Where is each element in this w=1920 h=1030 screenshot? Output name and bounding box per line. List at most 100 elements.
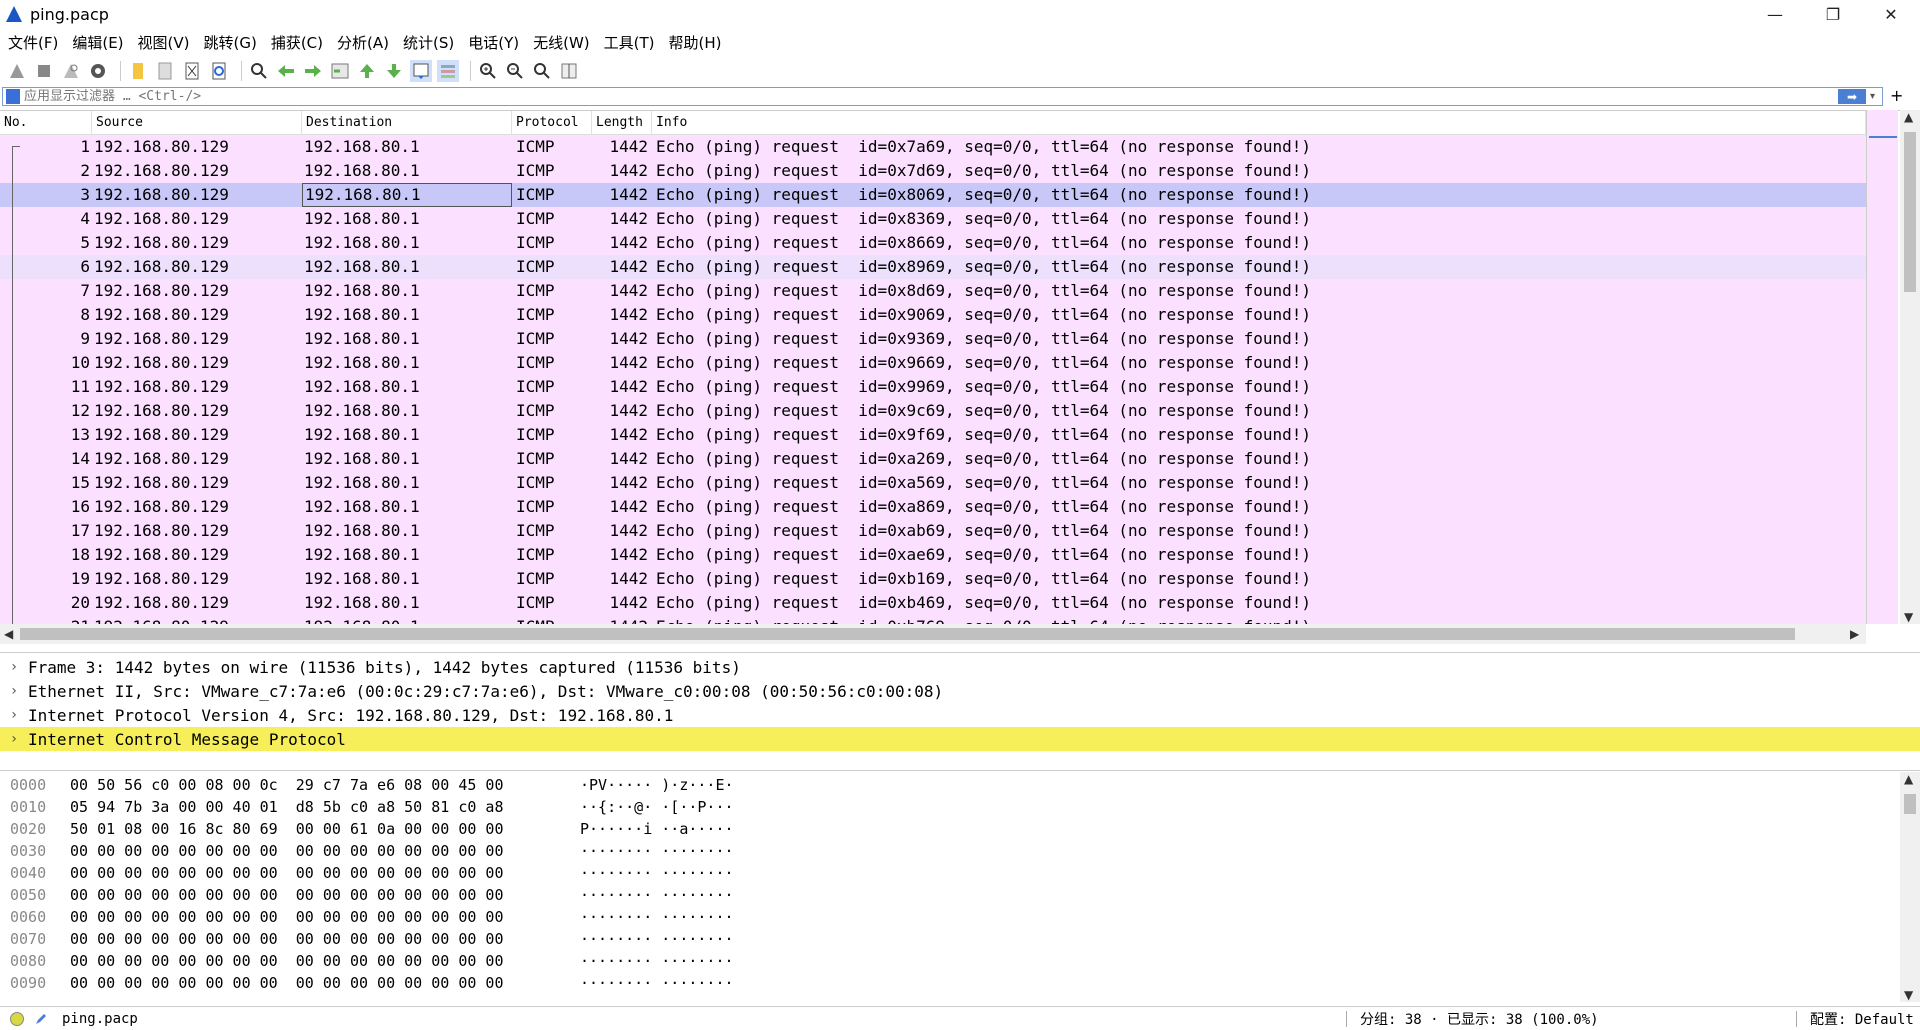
packet-row[interactable]: 17 192.168.80.129 192.168.80.1 ICMP 1442 Echo… bbox=[0, 519, 1866, 543]
go-first-icon[interactable] bbox=[356, 60, 378, 82]
stop-icon[interactable] bbox=[33, 60, 55, 82]
minimize-button[interactable]: — bbox=[1746, 0, 1804, 28]
scrollbar-thumb[interactable] bbox=[20, 628, 1795, 640]
status-profile[interactable]: 配置: Default bbox=[1810, 1009, 1914, 1029]
packet-row[interactable]: 10 192.168.80.129 192.168.80.1 ICMP 1442 Echo… bbox=[0, 351, 1866, 375]
column-header-info[interactable]: Info bbox=[652, 111, 1866, 135]
bytes-row[interactable]: 0080 00 00 00 00 00 00 00 00 00 00 00 00 … bbox=[0, 950, 780, 972]
packet-row[interactable]: 13 192.168.80.129 192.168.80.1 ICMP 1442 Echo… bbox=[0, 423, 1866, 447]
chevron-right-icon[interactable]: › bbox=[0, 659, 28, 675]
menu-tools[interactable]: 工具(T) bbox=[604, 32, 655, 53]
edit-comment-icon[interactable] bbox=[34, 1012, 48, 1026]
chevron-right-icon[interactable]: › bbox=[0, 731, 28, 747]
add-filter-button[interactable]: + bbox=[1890, 86, 1903, 105]
chevron-right-icon[interactable]: › bbox=[0, 707, 28, 723]
menu-file[interactable]: 文件(F) bbox=[8, 32, 58, 53]
autoscroll-icon[interactable] bbox=[410, 60, 432, 82]
resize-columns-icon[interactable] bbox=[558, 60, 580, 82]
detail-row-frame[interactable]: › Frame 3: 1442 bytes on wire (11536 bits… bbox=[0, 655, 1920, 679]
column-header-destination[interactable]: Destination bbox=[302, 111, 512, 135]
bytes-row[interactable]: 0070 00 00 00 00 00 00 00 00 00 00 00 00 … bbox=[0, 928, 780, 950]
scroll-down-icon[interactable]: ▼ bbox=[1904, 610, 1913, 624]
bytes-row[interactable]: 0000 00 50 56 c0 00 08 00 0c 29 c7 7a e6 … bbox=[0, 774, 780, 796]
chevron-right-icon[interactable]: › bbox=[0, 683, 28, 699]
menu-capture[interactable]: 捕获(C) bbox=[271, 32, 323, 53]
packet-row[interactable]: 15 192.168.80.129 192.168.80.1 ICMP 1442 Echo… bbox=[0, 471, 1866, 495]
go-to-packet-icon[interactable] bbox=[329, 60, 351, 82]
zoom-in-icon[interactable] bbox=[477, 60, 499, 82]
packet-row[interactable]: 3 192.168.80.129 192.168.80.1 ICMP 1442 Echo … bbox=[0, 183, 1866, 207]
menu-view[interactable]: 视图(V) bbox=[138, 32, 190, 53]
menu-statistics[interactable]: 统计(S) bbox=[403, 32, 454, 53]
shark-fin-start-icon[interactable] bbox=[6, 60, 28, 82]
capture-options-icon[interactable] bbox=[87, 60, 109, 82]
packet-list-vscroll[interactable]: ▲ ▼ bbox=[1900, 110, 1920, 624]
packet-row[interactable]: 6 192.168.80.129 192.168.80.1 ICMP 1442 Echo … bbox=[0, 255, 1866, 279]
colorize-icon[interactable] bbox=[437, 60, 459, 82]
reload-icon[interactable] bbox=[208, 60, 230, 82]
packet-row[interactable]: 11 192.168.80.129 192.168.80.1 ICMP 1442 Echo… bbox=[0, 375, 1866, 399]
scroll-up-icon[interactable]: ▲ bbox=[1904, 772, 1913, 786]
restore-button[interactable]: ❐ bbox=[1804, 0, 1862, 28]
menu-telephony[interactable]: 电话(Y) bbox=[468, 32, 519, 53]
packet-row[interactable]: 19 192.168.80.129 192.168.80.1 ICMP 1442 Echo… bbox=[0, 567, 1866, 591]
detail-row-ip[interactable]: › Internet Protocol Version 4, Src: 192.1… bbox=[0, 703, 1920, 727]
restart-icon[interactable] bbox=[60, 60, 82, 82]
packet-row[interactable]: 14 192.168.80.129 192.168.80.1 ICMP 1442 Echo… bbox=[0, 447, 1866, 471]
go-forward-icon[interactable] bbox=[302, 60, 324, 82]
scrollbar-thumb[interactable] bbox=[1904, 132, 1916, 292]
scrollbar-thumb[interactable] bbox=[1904, 794, 1916, 814]
scroll-left-icon[interactable]: ◀ bbox=[4, 627, 13, 641]
column-header-length[interactable]: Length bbox=[592, 111, 652, 135]
go-last-icon[interactable] bbox=[383, 60, 405, 82]
detail-row-icmp[interactable]: › Internet Control Message Protocol bbox=[0, 727, 1920, 751]
zoom-reset-icon[interactable] bbox=[531, 60, 553, 82]
scroll-up-icon[interactable]: ▲ bbox=[1904, 110, 1913, 124]
apply-filter-button[interactable]: ➡ bbox=[1838, 89, 1866, 104]
packet-row[interactable]: 16 192.168.80.129 192.168.80.1 ICMP 1442 Echo… bbox=[0, 495, 1866, 519]
bytes-row[interactable]: 0060 00 00 00 00 00 00 00 00 00 00 00 00 … bbox=[0, 906, 780, 928]
menu-wireless[interactable]: 无线(W) bbox=[533, 32, 590, 53]
packet-row[interactable]: 12 192.168.80.129 192.168.80.1 ICMP 1442 Echo… bbox=[0, 399, 1866, 423]
packet-row[interactable]: 1 192.168.80.129 192.168.80.1 ICMP 1442 Echo … bbox=[0, 135, 1866, 159]
go-back-icon[interactable] bbox=[275, 60, 297, 82]
bytes-row[interactable]: 0040 00 00 00 00 00 00 00 00 00 00 00 00 … bbox=[0, 862, 780, 884]
close-file-icon[interactable] bbox=[181, 60, 203, 82]
column-header-source[interactable]: Source bbox=[92, 111, 302, 135]
open-icon[interactable] bbox=[127, 60, 149, 82]
bytes-row[interactable]: 0050 00 00 00 00 00 00 00 00 00 00 00 00 … bbox=[0, 884, 780, 906]
menu-help[interactable]: 帮助(H) bbox=[669, 32, 722, 53]
menu-edit[interactable]: 编辑(E) bbox=[72, 32, 123, 53]
expert-info-icon[interactable] bbox=[10, 1011, 24, 1026]
chevron-down-icon[interactable]: ▾ bbox=[1870, 91, 1882, 102]
packet-minimap[interactable] bbox=[1866, 110, 1898, 624]
scroll-down-icon[interactable]: ▼ bbox=[1904, 988, 1913, 1002]
bytes-row[interactable]: 0020 50 01 08 00 16 8c 80 69 00 00 61 0a … bbox=[0, 818, 780, 840]
packet-row[interactable]: 4 192.168.80.129 192.168.80.1 ICMP 1442 Echo … bbox=[0, 207, 1866, 231]
save-icon[interactable] bbox=[154, 60, 176, 82]
find-icon[interactable] bbox=[248, 60, 270, 82]
bytes-row[interactable]: 0030 00 00 00 00 00 00 00 00 00 00 00 00 … bbox=[0, 840, 780, 862]
packet-row[interactable]: 2 192.168.80.129 192.168.80.1 ICMP 1442 Echo … bbox=[0, 159, 1866, 183]
menu-go[interactable]: 跳转(G) bbox=[204, 32, 257, 53]
packet-row[interactable]: 7 192.168.80.129 192.168.80.1 ICMP 1442 Echo … bbox=[0, 279, 1866, 303]
bookmark-icon[interactable] bbox=[6, 89, 20, 104]
menu-analyze[interactable]: 分析(A) bbox=[337, 32, 389, 53]
packet-destination: 192.168.80.1 bbox=[304, 161, 420, 180]
column-header-protocol[interactable]: Protocol bbox=[512, 111, 592, 135]
packet-row[interactable]: 8 192.168.80.129 192.168.80.1 ICMP 1442 Echo … bbox=[0, 303, 1866, 327]
display-filter-input[interactable] bbox=[24, 88, 1838, 105]
detail-row-ethernet[interactable]: › Ethernet II, Src: VMware_c7:7a:e6 (00:0… bbox=[0, 679, 1920, 703]
packet-list-hscroll[interactable]: ◀ ▶ bbox=[0, 624, 1866, 644]
close-button[interactable]: ✕ bbox=[1862, 0, 1920, 28]
bytes-vscroll[interactable]: ▲ ▼ bbox=[1900, 772, 1920, 1002]
zoom-out-icon[interactable] bbox=[504, 60, 526, 82]
bytes-row[interactable]: 0010 05 94 7b 3a 00 00 40 01 d8 5b c0 a8 … bbox=[0, 796, 780, 818]
packet-row[interactable]: 20 192.168.80.129 192.168.80.1 ICMP 1442 Echo… bbox=[0, 591, 1866, 615]
packet-row[interactable]: 5 192.168.80.129 192.168.80.1 ICMP 1442 Echo … bbox=[0, 231, 1866, 255]
bytes-row[interactable]: 0090 00 00 00 00 00 00 00 00 00 00 00 00 … bbox=[0, 972, 780, 994]
packet-row[interactable]: 9 192.168.80.129 192.168.80.1 ICMP 1442 Echo … bbox=[0, 327, 1866, 351]
column-header-no[interactable]: No. bbox=[0, 111, 92, 135]
scroll-right-icon[interactable]: ▶ bbox=[1850, 627, 1859, 641]
packet-row[interactable]: 18 192.168.80.129 192.168.80.1 ICMP 1442 Echo… bbox=[0, 543, 1866, 567]
